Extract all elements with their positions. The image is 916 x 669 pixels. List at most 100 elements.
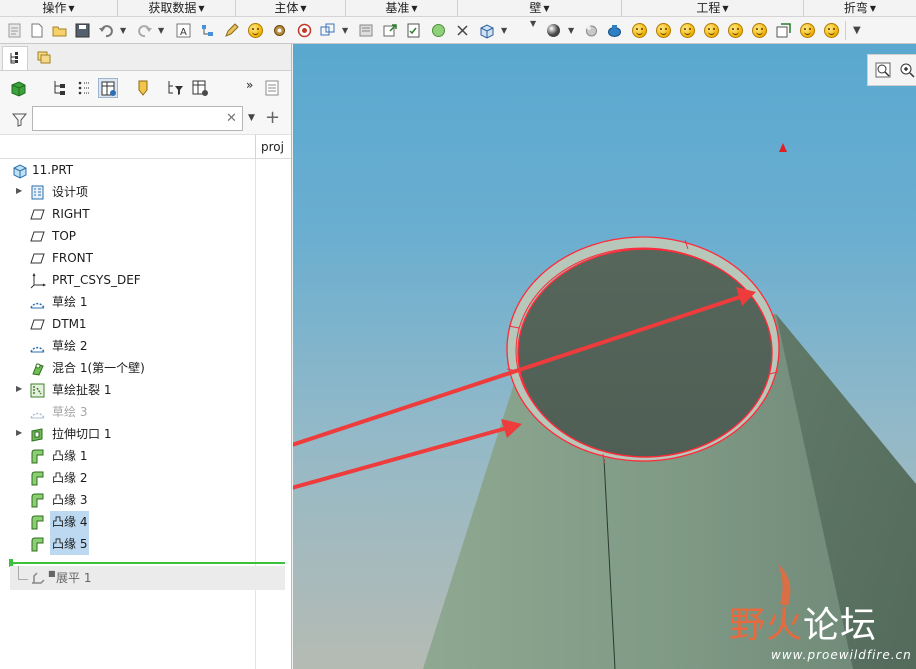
teapot-button[interactable]: [606, 22, 623, 39]
mapkey-smiley-icon[interactable]: [248, 23, 263, 38]
chevron-down-icon[interactable]: ▼: [342, 26, 348, 35]
tree-filter-funnel-icon: [168, 81, 183, 95]
mapkey-smiley-icon[interactable]: [656, 23, 671, 38]
chevron-down-icon[interactable]: ▼: [530, 19, 536, 28]
graphics-viewport[interactable]: 野火论坛 www.proewildfire.cn: [293, 44, 916, 669]
ribbon-group-datum[interactable]: 基准 ▼: [346, 0, 458, 17]
target-icon: [297, 23, 312, 38]
tree-item-csys[interactable]: PRT_CSYS_DEF: [0, 269, 255, 291]
render-button[interactable]: [583, 22, 600, 39]
ribbon-group-body[interactable]: 主体 ▼: [236, 0, 346, 17]
target-button[interactable]: [296, 22, 313, 39]
sphere-green-button[interactable]: [430, 22, 447, 39]
chevron-down-icon[interactable]: ▼: [568, 26, 574, 35]
highlight-button[interactable]: [133, 78, 153, 98]
panel-options-button[interactable]: [262, 78, 282, 98]
gear-tool-button[interactable]: [271, 22, 288, 39]
tree-dots-button[interactable]: [74, 78, 94, 98]
tree-item-flange-4[interactable]: 凸缘 4: [0, 511, 255, 533]
tree-item-design-items[interactable]: ▶ 设计项: [0, 181, 255, 203]
ribbon-group-operations[interactable]: 操作 ▼: [0, 0, 118, 17]
mapkey-smiley-icon[interactable]: [752, 23, 767, 38]
close-window-button[interactable]: [454, 22, 471, 39]
tab-folder-browser[interactable]: [31, 46, 57, 70]
sketch-icon: [29, 338, 46, 355]
tree-item-sketch-3[interactable]: 草绘 3: [0, 401, 255, 423]
show-features-button[interactable]: [9, 78, 29, 98]
view-manager-icon: [320, 23, 335, 36]
clear-search-icon[interactable]: ✕: [226, 111, 237, 126]
document-check-button[interactable]: [405, 22, 422, 39]
annotation-button[interactable]: A: [175, 22, 192, 39]
funnel-icon[interactable]: [11, 111, 28, 128]
view-manager-button[interactable]: [319, 22, 336, 39]
tree-columns-button[interactable]: [50, 78, 70, 98]
regenerate-button[interactable]: [6, 22, 23, 39]
ribbon-group-wall[interactable]: 壁 ▼: [458, 0, 622, 17]
tree-filter-options-button[interactable]: [165, 78, 185, 98]
zoom-in-icon[interactable]: [898, 61, 916, 79]
mapkey-smiley-icon[interactable]: [704, 23, 719, 38]
insert-here-marker[interactable]: [10, 562, 285, 564]
tree-root-part[interactable]: 11.PRT: [0, 159, 255, 181]
appearance-button[interactable]: [545, 22, 562, 39]
undo-button[interactable]: [98, 22, 115, 39]
part-icon: [11, 162, 28, 179]
zoom-window-icon[interactable]: [874, 61, 892, 79]
tree-search-input[interactable]: [32, 106, 243, 131]
column-header-proj[interactable]: proj: [255, 135, 291, 159]
green-sphere-icon: [432, 24, 445, 37]
ribbon-group-bend[interactable]: 折弯 ▼: [804, 0, 916, 17]
ribbon-group-engineering[interactable]: 工程 ▼: [622, 0, 804, 17]
tree-item-right[interactable]: RIGHT: [0, 203, 255, 225]
tree-item-flange-5[interactable]: 凸缘 5: [0, 533, 255, 555]
tree-item-flange-2[interactable]: 凸缘 2: [0, 467, 255, 489]
tree-item-flange-3[interactable]: 凸缘 3: [0, 489, 255, 511]
tree-item-dtm1[interactable]: DTM1: [0, 313, 255, 335]
chevron-down-icon[interactable]: ▼: [248, 113, 255, 123]
expand-arrow-icon[interactable]: ▶: [16, 186, 22, 195]
ribbon-group-get-data[interactable]: 获取数据 ▼: [118, 0, 236, 17]
more-tools-chevron[interactable]: »: [246, 78, 253, 92]
chevron-down-icon[interactable]: ▼: [120, 26, 126, 35]
tree-item-sketch-2[interactable]: 草绘 2: [0, 335, 255, 357]
mapkey-smiley-icon[interactable]: [824, 23, 839, 38]
add-filter-icon[interactable]: +: [265, 107, 280, 128]
ribbon-group-bar: 操作 ▼ 获取数据 ▼ 主体 ▼ 基准 ▼ 壁 ▼ 工程 ▼ 折弯 ▼: [0, 0, 916, 17]
new-button[interactable]: [28, 22, 45, 39]
tree-item-extrude-cut-1[interactable]: ▶ 拉伸切口 1: [0, 423, 255, 445]
export-button[interactable]: [382, 22, 399, 39]
tree-item-unbend-1[interactable]: ■ 展平 1: [10, 566, 285, 590]
tree-item-front[interactable]: FRONT: [0, 247, 255, 269]
tree-filter-toggle-button[interactable]: [98, 78, 118, 98]
expand-arrow-icon[interactable]: ▶: [16, 428, 22, 437]
display-style-button[interactable]: [478, 22, 495, 39]
open-button[interactable]: [51, 22, 68, 39]
datum-plane-icon: [29, 250, 46, 267]
mapkey-smiley-icon[interactable]: [680, 23, 695, 38]
save-button[interactable]: [74, 22, 91, 39]
tree-item-sketch-1[interactable]: 草绘 1: [0, 291, 255, 313]
mapkey-smiley-icon[interactable]: [728, 23, 743, 38]
tree-item-sketched-rip-1[interactable]: ▶ 草绘扯裂 1: [0, 379, 255, 401]
model-tree-settings-button[interactable]: [199, 22, 216, 39]
tree-toolbar: »: [0, 71, 291, 105]
redo-button[interactable]: [136, 22, 153, 39]
tab-model-tree[interactable]: [2, 46, 28, 70]
tree-item-blend-1[interactable]: 混合 1(第一个壁): [0, 357, 255, 379]
expand-arrow-icon[interactable]: ▶: [16, 384, 22, 393]
layer-button[interactable]: [775, 22, 792, 39]
flange-icon: [29, 448, 46, 465]
sketch-tool-button[interactable]: [223, 22, 240, 39]
chevron-down-icon[interactable]: ▼: [501, 26, 507, 35]
mapkey-smiley-icon[interactable]: [632, 23, 647, 38]
mapkey-smiley-icon[interactable]: [800, 23, 815, 38]
toolbar-overflow-icon[interactable]: ▼: [853, 25, 861, 36]
datum-plane-icon: [29, 316, 46, 333]
feature-info-button[interactable]: [358, 22, 375, 39]
tree-settings-button[interactable]: [190, 78, 210, 98]
chevron-down-icon[interactable]: ▼: [158, 26, 164, 35]
tree-settings-icon: [202, 25, 213, 36]
tree-item-flange-1[interactable]: 凸缘 1: [0, 445, 255, 467]
tree-item-top[interactable]: TOP: [0, 225, 255, 247]
